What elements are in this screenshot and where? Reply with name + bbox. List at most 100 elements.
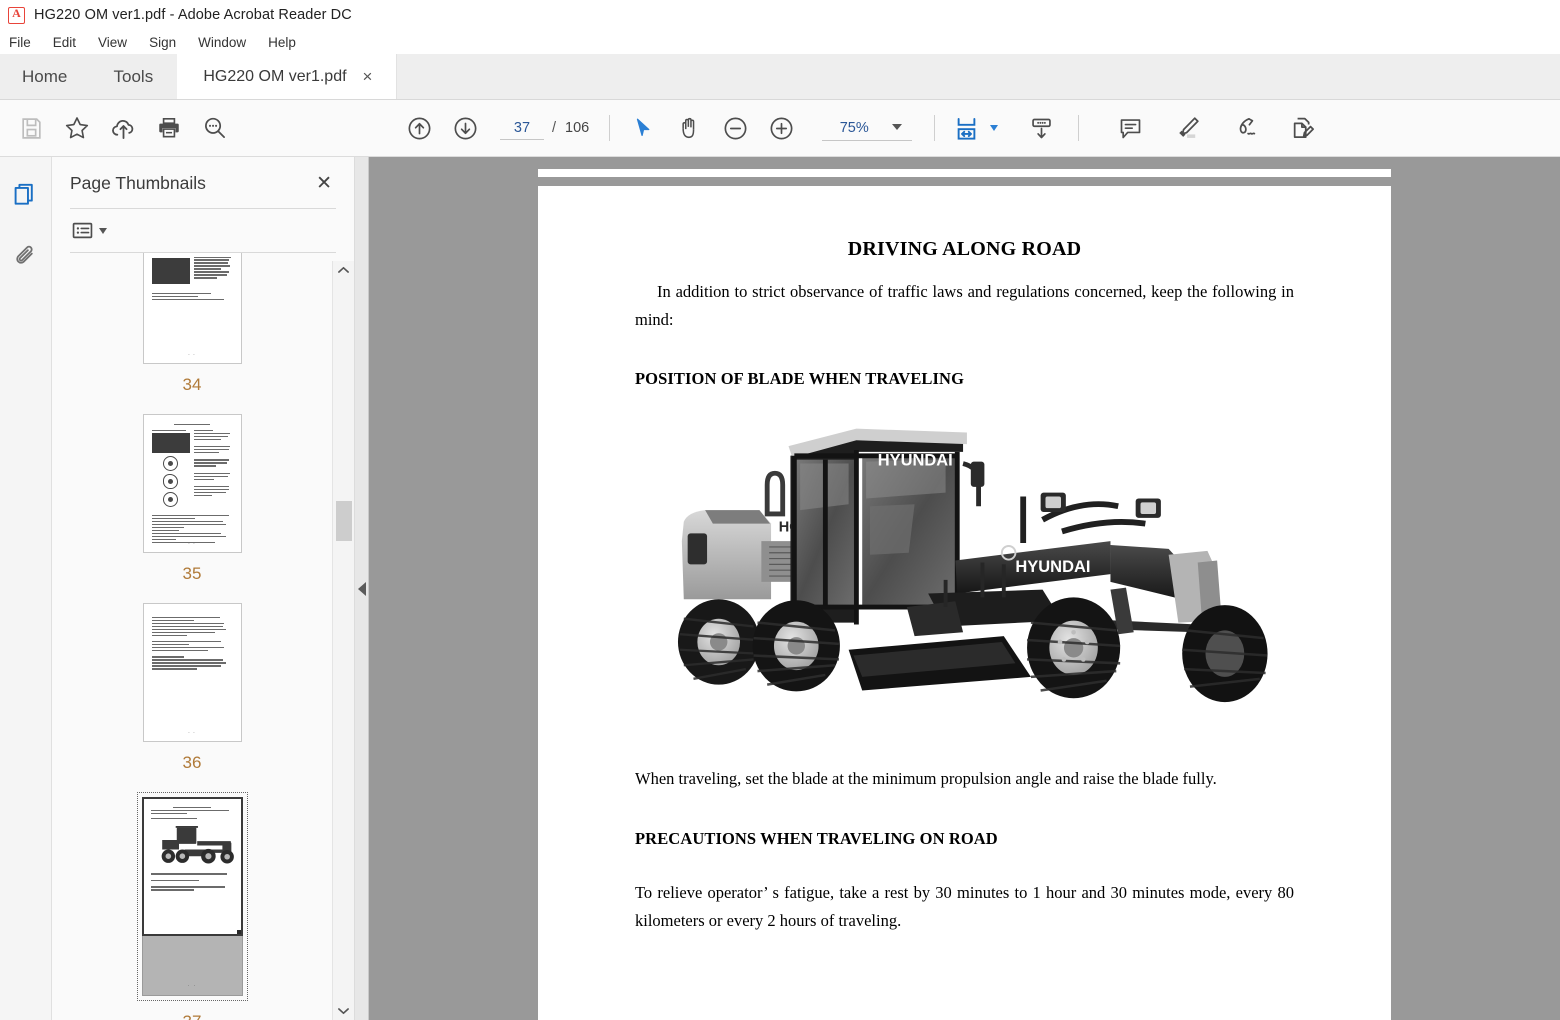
sidebar-collapse-handle[interactable] <box>355 157 369 1020</box>
toolbar-divider-3 <box>1078 115 1080 141</box>
scrollbar-thumb[interactable] <box>336 501 352 541</box>
thumbnail-item[interactable]: · · 36 <box>142 603 242 787</box>
collapse-left-triangle-icon <box>357 581 366 596</box>
thumbnail-selection-frame: · · <box>136 792 248 1001</box>
thumbnails-panel-title: Page Thumbnails <box>70 173 206 193</box>
edit-pdf-button[interactable] <box>1281 105 1327 151</box>
menu-bar: File Edit View Sign Window Help <box>0 30 1560 54</box>
scroll-up-button[interactable] <box>333 261 354 279</box>
thumbnails-options-row <box>52 209 354 252</box>
thumbnail-page-footer: · · <box>188 541 196 547</box>
menu-window[interactable]: Window <box>198 33 258 52</box>
upload-to-cloud-button[interactable] <box>100 105 146 151</box>
thumbnails-scrollbar[interactable] <box>332 261 354 1020</box>
body-paragraph-2: To relieve operator’ s fatigue, take a r… <box>635 883 1294 930</box>
grader-figure: HG2 HYUNDAI <box>635 417 1294 737</box>
thumbnail-page-footer: · · <box>188 730 196 736</box>
tab-tools[interactable]: Tools <box>89 54 177 99</box>
thumbnails-list: · · 34 · · 35 · · 36 · · <box>52 253 332 1020</box>
pdf-page: DRIVING ALONG ROAD In addition to strict… <box>538 186 1391 1020</box>
menu-view[interactable]: View <box>98 33 139 52</box>
section-heading-1: POSITION OF BLADE WHEN TRAVELING <box>635 369 965 389</box>
page-gap <box>369 157 1560 169</box>
sign-button[interactable] <box>1223 105 1269 151</box>
thumbnail-page-number: 36 <box>182 753 202 772</box>
page-total-label: 106 <box>565 120 590 136</box>
intro-paragraph: In addition to strict observance of traf… <box>635 282 1294 329</box>
hand-tool-button[interactable] <box>666 105 712 151</box>
menu-sign[interactable]: Sign <box>149 33 188 52</box>
navigation-rail <box>0 157 52 1020</box>
previous-page-sliver <box>538 169 1391 177</box>
thumbnail-resize-handle[interactable] <box>236 930 241 934</box>
body-paragraph-1: When traveling, set the blade at the min… <box>635 769 1217 789</box>
thumbnail-viewport-indicator[interactable]: · · <box>141 936 243 996</box>
page-number-input[interactable] <box>500 116 544 140</box>
thumbnail-page-number: 37 <box>183 1012 202 1020</box>
section-heading-2: PRECAUTIONS WHEN TRAVELING ON ROAD <box>635 829 998 849</box>
close-icon[interactable]: ✕ <box>316 174 332 193</box>
select-tool-button[interactable] <box>620 105 666 151</box>
acrobat-logo-icon <box>8 6 25 24</box>
comment-button[interactable] <box>1107 105 1153 151</box>
toolbar-divider-2 <box>934 115 936 141</box>
thumbnail-page-preview: · · <box>142 414 242 553</box>
thumbnail-page-preview <box>141 797 243 936</box>
close-icon[interactable]: × <box>361 68 375 85</box>
tab-document[interactable]: HG220 OM ver1.pdf × <box>177 54 398 99</box>
page-title: DRIVING ALONG ROAD <box>847 238 1082 260</box>
scroll-mode-button[interactable] <box>1018 105 1064 151</box>
save-file-button[interactable] <box>8 105 54 151</box>
thumbnail-page-preview: · · <box>142 603 242 742</box>
thumbnail-item[interactable]: · · 34 <box>142 253 242 409</box>
motor-grader-photo: HG2 HYUNDAI <box>677 429 1268 703</box>
thumbnail-item[interactable]: · · 35 <box>142 414 242 598</box>
toolbar-view-group <box>945 105 1064 151</box>
thumbnail-item-selected[interactable]: · · 37 <box>136 792 248 1020</box>
page-fit-button[interactable] <box>945 105 987 151</box>
highlight-button[interactable] <box>1165 105 1211 151</box>
thumbnails-panel-header: Page Thumbnails ✕ <box>52 157 354 194</box>
toolbar-navigation-group: / 106 <box>396 105 589 151</box>
tab-strip: Home Tools HG220 OM ver1.pdf × <box>0 54 1560 100</box>
svg-text:HYUNDAI: HYUNDAI <box>1015 559 1090 577</box>
zoom-out-button[interactable] <box>712 105 758 151</box>
page-thumbnails-panel: Page Thumbnails ✕ · · 34 · · 35 · · 36 ·… <box>52 157 355 1020</box>
thumbnail-page-footer: · · <box>187 983 197 989</box>
thumbnail-page-preview: · · <box>142 253 242 364</box>
thumbnail-options-button[interactable] <box>70 218 107 243</box>
scroll-down-button[interactable] <box>333 1002 354 1020</box>
thumbnails-scroll-area[interactable]: · · 34 · · 35 · · 36 · · <box>52 253 354 1020</box>
toolbar-file-group <box>8 105 238 151</box>
tab-home[interactable]: Home <box>0 54 89 99</box>
menu-help[interactable]: Help <box>268 33 308 52</box>
thumbnail-page-number: 34 <box>182 375 202 394</box>
menu-edit[interactable]: Edit <box>53 33 88 52</box>
menu-file[interactable]: File <box>9 33 43 52</box>
window-title: HG220 OM ver1.pdf - Adobe Acrobat Reader… <box>34 7 352 23</box>
zoom-in-button[interactable] <box>758 105 804 151</box>
zoom-level-dropdown[interactable]: 75% <box>822 115 913 141</box>
window-title-bar: HG220 OM ver1.pdf - Adobe Acrobat Reader… <box>0 0 1560 30</box>
chevron-down-icon <box>99 227 107 234</box>
workspace: Page Thumbnails ✕ · · 34 · · 35 · · 36 ·… <box>0 157 1560 1020</box>
print-button[interactable] <box>146 105 192 151</box>
chevron-down-icon[interactable] <box>990 125 999 131</box>
document-tab-label: HG220 OM ver1.pdf <box>203 67 347 85</box>
svg-text:HYUNDAI: HYUNDAI <box>877 452 952 470</box>
thumbnail-page-number: 35 <box>182 564 202 583</box>
toolbar-divider <box>609 115 611 141</box>
page-thumbnails-icon[interactable] <box>6 173 46 215</box>
chevron-down-icon <box>892 124 903 130</box>
previous-page-button[interactable] <box>396 105 442 151</box>
page-separator: / <box>552 120 557 136</box>
toolbar-annotation-group <box>1107 105 1327 151</box>
attachments-paperclip-icon[interactable] <box>6 235 46 277</box>
main-toolbar: / 106 75% <box>0 100 1560 157</box>
page-indicator: / 106 <box>500 116 590 140</box>
search-button[interactable] <box>192 105 238 151</box>
add-to-favorites-button[interactable] <box>54 105 100 151</box>
document-viewer[interactable]: DRIVING ALONG ROAD In addition to strict… <box>369 157 1560 1020</box>
toolbar-tools-group: 75% <box>620 105 913 151</box>
next-page-button[interactable] <box>442 105 488 151</box>
